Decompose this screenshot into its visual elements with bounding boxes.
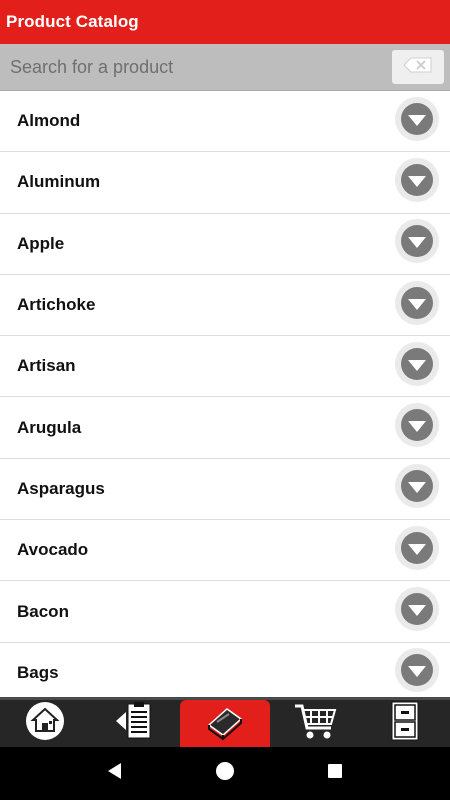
list-item[interactable]: Apple <box>0 213 450 275</box>
list-item[interactable]: Almond <box>0 91 450 153</box>
backspace-clear-icon <box>403 57 433 78</box>
app-bar: Product Catalog <box>0 0 450 44</box>
chevron-down-icon <box>394 402 440 453</box>
expand-button[interactable] <box>394 586 440 637</box>
home-circle-icon <box>215 761 235 786</box>
clipboard-list-icon <box>112 700 156 747</box>
chevron-down-icon <box>394 157 440 208</box>
product-label: Asparagus <box>17 478 105 498</box>
product-label: Apple <box>17 233 65 253</box>
chevron-down-icon <box>394 341 440 392</box>
chevron-down-icon <box>394 96 440 147</box>
system-home-button[interactable] <box>205 754 245 794</box>
list-item[interactable]: Bags <box>0 642 450 697</box>
expand-button[interactable] <box>394 218 440 269</box>
tab-order-guide[interactable] <box>89 700 178 747</box>
shopping-cart-icon <box>293 700 339 747</box>
chevron-down-icon <box>394 586 440 637</box>
list-item[interactable]: Artisan <box>0 336 450 398</box>
chevron-down-icon <box>394 218 440 269</box>
bottom-nav <box>0 697 450 747</box>
list-item[interactable]: Bacon <box>0 581 450 643</box>
list-item[interactable]: Avocado <box>0 520 450 582</box>
catalog-book-icon <box>203 701 247 746</box>
product-label: Arugula <box>17 417 82 437</box>
system-recents-button[interactable] <box>315 754 355 794</box>
back-icon <box>106 762 124 785</box>
system-nav-bar <box>0 747 450 800</box>
product-label: Aluminum <box>17 172 101 192</box>
recents-icon <box>326 762 344 785</box>
product-label: Artichoke <box>17 295 96 315</box>
home-icon <box>23 701 67 746</box>
expand-button[interactable] <box>394 525 440 576</box>
list-item[interactable]: Arugula <box>0 397 450 459</box>
product-label: Avocado <box>17 540 89 560</box>
tab-cart[interactable] <box>272 700 361 747</box>
tab-catalog[interactable] <box>180 700 270 747</box>
expand-button[interactable] <box>394 402 440 453</box>
clear-search-button[interactable] <box>392 50 444 84</box>
list-item[interactable]: Aluminum <box>0 152 450 214</box>
chevron-down-icon <box>394 525 440 576</box>
product-label: Almond <box>17 111 81 131</box>
system-back-button[interactable] <box>95 754 135 794</box>
product-label: Bags <box>17 662 59 682</box>
search-input[interactable] <box>10 49 392 85</box>
search-bar <box>0 44 450 91</box>
expand-button[interactable] <box>394 463 440 514</box>
expand-button[interactable] <box>394 280 440 331</box>
chevron-down-icon <box>394 647 440 697</box>
expand-button[interactable] <box>394 157 440 208</box>
chevron-down-icon <box>394 463 440 514</box>
page-title: Product Catalog <box>6 12 139 31</box>
expand-button[interactable] <box>394 96 440 147</box>
expand-button[interactable] <box>394 341 440 392</box>
list-item[interactable]: Artichoke <box>0 274 450 337</box>
list-item[interactable]: Asparagus <box>0 458 450 521</box>
tab-inventory[interactable] <box>361 700 450 747</box>
file-cabinet-icon <box>390 700 420 747</box>
expand-button[interactable] <box>394 647 440 697</box>
chevron-down-icon <box>394 280 440 331</box>
product-label: Artisan <box>17 356 76 376</box>
tab-home[interactable] <box>0 700 89 747</box>
product-list: Almond Aluminum Apple Artichoke Artisan … <box>0 91 450 697</box>
product-label: Bacon <box>17 601 69 621</box>
